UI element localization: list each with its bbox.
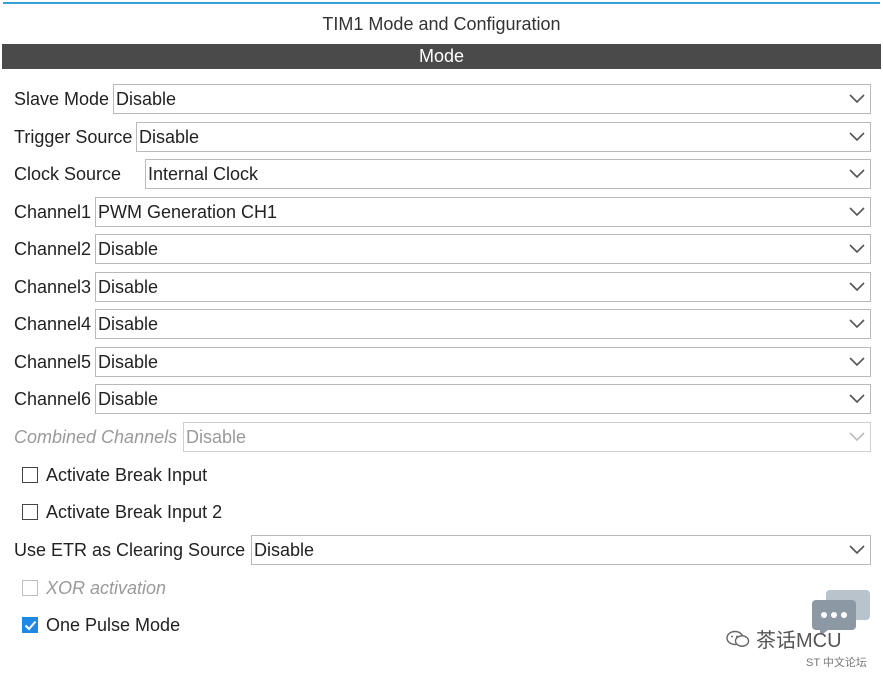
channel5-value: Disable: [98, 351, 159, 372]
one-pulse-mode-label: One Pulse Mode: [46, 614, 181, 635]
channel3-select[interactable]: Disable: [95, 272, 871, 302]
wechat-icon: [726, 630, 750, 647]
panel-title: TIM1 Mode and Configuration: [322, 14, 561, 34]
chevron-down-icon: [844, 272, 870, 302]
chevron-down-icon: [844, 422, 870, 452]
slave-mode-row: Slave Mode: [14, 84, 111, 114]
watermark-label: 茶话MCU: [756, 630, 842, 652]
break-input-checkbox[interactable]: Activate Break Input: [22, 462, 207, 488]
channel6-row: Channel6: [14, 384, 93, 414]
checkbox-box[interactable]: [22, 467, 38, 483]
channel5-label: Channel5: [14, 351, 92, 372]
break-input-2-checkbox[interactable]: Activate Break Input 2: [22, 499, 222, 525]
chevron-down-icon: [844, 535, 870, 565]
trigger-source-row: Trigger Source: [14, 122, 134, 152]
channel3-row: Channel3: [14, 272, 93, 302]
chevron-down-icon: [844, 384, 870, 414]
break-input-label: Activate Break Input: [46, 464, 208, 485]
one-pulse-mode-checkbox[interactable]: One Pulse Mode: [22, 612, 180, 638]
use-etr-row: Use ETR as Clearing Source: [14, 535, 247, 565]
checkbox-box[interactable]: [22, 617, 38, 633]
xor-activation-checkbox: XOR activation: [22, 575, 166, 601]
combined-channels-value: Disable: [186, 426, 247, 447]
channel2-select[interactable]: Disable: [95, 234, 871, 264]
chevron-down-icon: [844, 84, 870, 114]
channel1-select[interactable]: PWM Generation CH1: [95, 197, 871, 227]
channel5-row: Channel5: [14, 347, 93, 377]
checkbox-box: [22, 580, 38, 596]
break-input-2-label: Activate Break Input 2: [46, 501, 223, 522]
trigger-source-label: Trigger Source: [14, 126, 133, 147]
channel2-row: Channel2: [14, 234, 93, 264]
channel4-row: Channel4: [14, 309, 93, 339]
watermark: 茶话MCU ST 中文论坛: [718, 590, 878, 674]
channel2-value: Disable: [98, 238, 159, 259]
clock-source-label: Clock Source: [14, 163, 122, 184]
channel1-label: Channel1: [14, 201, 92, 222]
channel4-select[interactable]: Disable: [95, 309, 871, 339]
combined-channels-row: Combined Channels: [14, 422, 179, 452]
top-accent-line: [3, 2, 880, 4]
clock-source-value: Internal Clock: [148, 163, 259, 184]
use-etr-label: Use ETR as Clearing Source: [14, 539, 246, 560]
slave-mode-value: Disable: [116, 88, 177, 109]
checkmark-icon: [24, 620, 36, 630]
xor-activation-label: XOR activation: [46, 577, 167, 598]
slave-mode-select[interactable]: Disable: [113, 84, 871, 114]
channel6-select[interactable]: Disable: [95, 384, 871, 414]
channel6-value: Disable: [98, 388, 159, 409]
chevron-down-icon: [844, 309, 870, 339]
channel3-label: Channel3: [14, 276, 92, 297]
chevron-down-icon: [844, 347, 870, 377]
watermark-text: 茶话MCU: [726, 624, 842, 653]
channel1-value: PWM Generation CH1: [98, 201, 278, 222]
channel4-label: Channel4: [14, 313, 92, 334]
channel6-label: Channel6: [14, 388, 92, 409]
chevron-down-icon: [844, 122, 870, 152]
checkbox-box[interactable]: [22, 504, 38, 520]
trigger-source-value: Disable: [139, 126, 200, 147]
clock-source-row: Clock Source: [14, 159, 123, 189]
watermark-subtext: ST 中文论坛: [806, 657, 867, 669]
clock-source-select[interactable]: Internal Clock: [145, 159, 871, 189]
chevron-down-icon: [844, 159, 870, 189]
channel4-value: Disable: [98, 313, 159, 334]
chevron-down-icon: [844, 197, 870, 227]
channel3-value: Disable: [98, 276, 159, 297]
use-etr-select[interactable]: Disable: [251, 535, 871, 565]
channel5-select[interactable]: Disable: [95, 347, 871, 377]
combined-channels-label: Combined Channels: [14, 426, 178, 447]
slave-mode-label: Slave Mode: [14, 88, 110, 109]
combined-channels-select: Disable: [183, 422, 871, 452]
chevron-down-icon: [844, 234, 870, 264]
channel1-row: Channel1: [14, 197, 93, 227]
trigger-source-select[interactable]: Disable: [136, 122, 871, 152]
use-etr-value: Disable: [254, 539, 315, 560]
section-header-mode: Mode: [2, 44, 881, 69]
channel2-label: Channel2: [14, 238, 92, 259]
